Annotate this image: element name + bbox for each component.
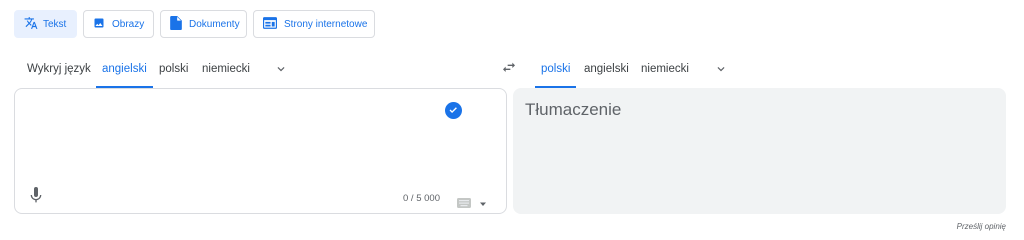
detect-check-icon: [445, 102, 462, 124]
source-text-panel[interactable]: 0 / 5 000: [14, 88, 507, 214]
tab-websites[interactable]: Strony internetowe: [253, 10, 375, 38]
keyboard-dropdown-icon[interactable]: [479, 195, 487, 213]
tab-images-label: Obrazy: [112, 18, 145, 30]
target-lang-more-chevron-icon[interactable]: [714, 62, 728, 81]
swap-languages-icon[interactable]: [501, 61, 517, 80]
website-icon: [254, 16, 284, 32]
document-icon: [161, 15, 189, 33]
source-lang-german[interactable]: niemiecki: [202, 62, 250, 88]
microphone-icon[interactable]: [29, 187, 43, 208]
tab-text-label: Tekst: [43, 18, 67, 30]
translate-icon: [15, 16, 45, 33]
keyboard-icon[interactable]: [457, 195, 471, 213]
target-lang-polish[interactable]: polski: [535, 62, 577, 88]
target-lang-german[interactable]: niemiecki: [641, 62, 689, 88]
source-lang-more-chevron-icon[interactable]: [274, 62, 288, 81]
character-counter: 0 / 5 000: [403, 193, 440, 204]
tab-websites-label: Strony internetowe: [284, 18, 368, 30]
source-lang-polish[interactable]: polski: [159, 62, 188, 88]
send-feedback-link[interactable]: Prześlij opinię: [957, 222, 1006, 231]
image-icon: [84, 17, 112, 32]
target-lang-english[interactable]: angielski: [584, 62, 629, 88]
source-lang-detect[interactable]: Wykryj język: [27, 62, 91, 88]
tab-images[interactable]: Obrazy: [83, 10, 154, 38]
translation-placeholder: Tłumaczenie: [525, 100, 622, 119]
tab-documents-label: Dokumenty: [189, 18, 240, 30]
tab-text[interactable]: Tekst: [14, 10, 77, 38]
tab-documents[interactable]: Dokumenty: [160, 10, 247, 38]
source-lang-english[interactable]: angielski: [96, 62, 153, 88]
translation-output-panel: Tłumaczenie: [513, 88, 1006, 214]
